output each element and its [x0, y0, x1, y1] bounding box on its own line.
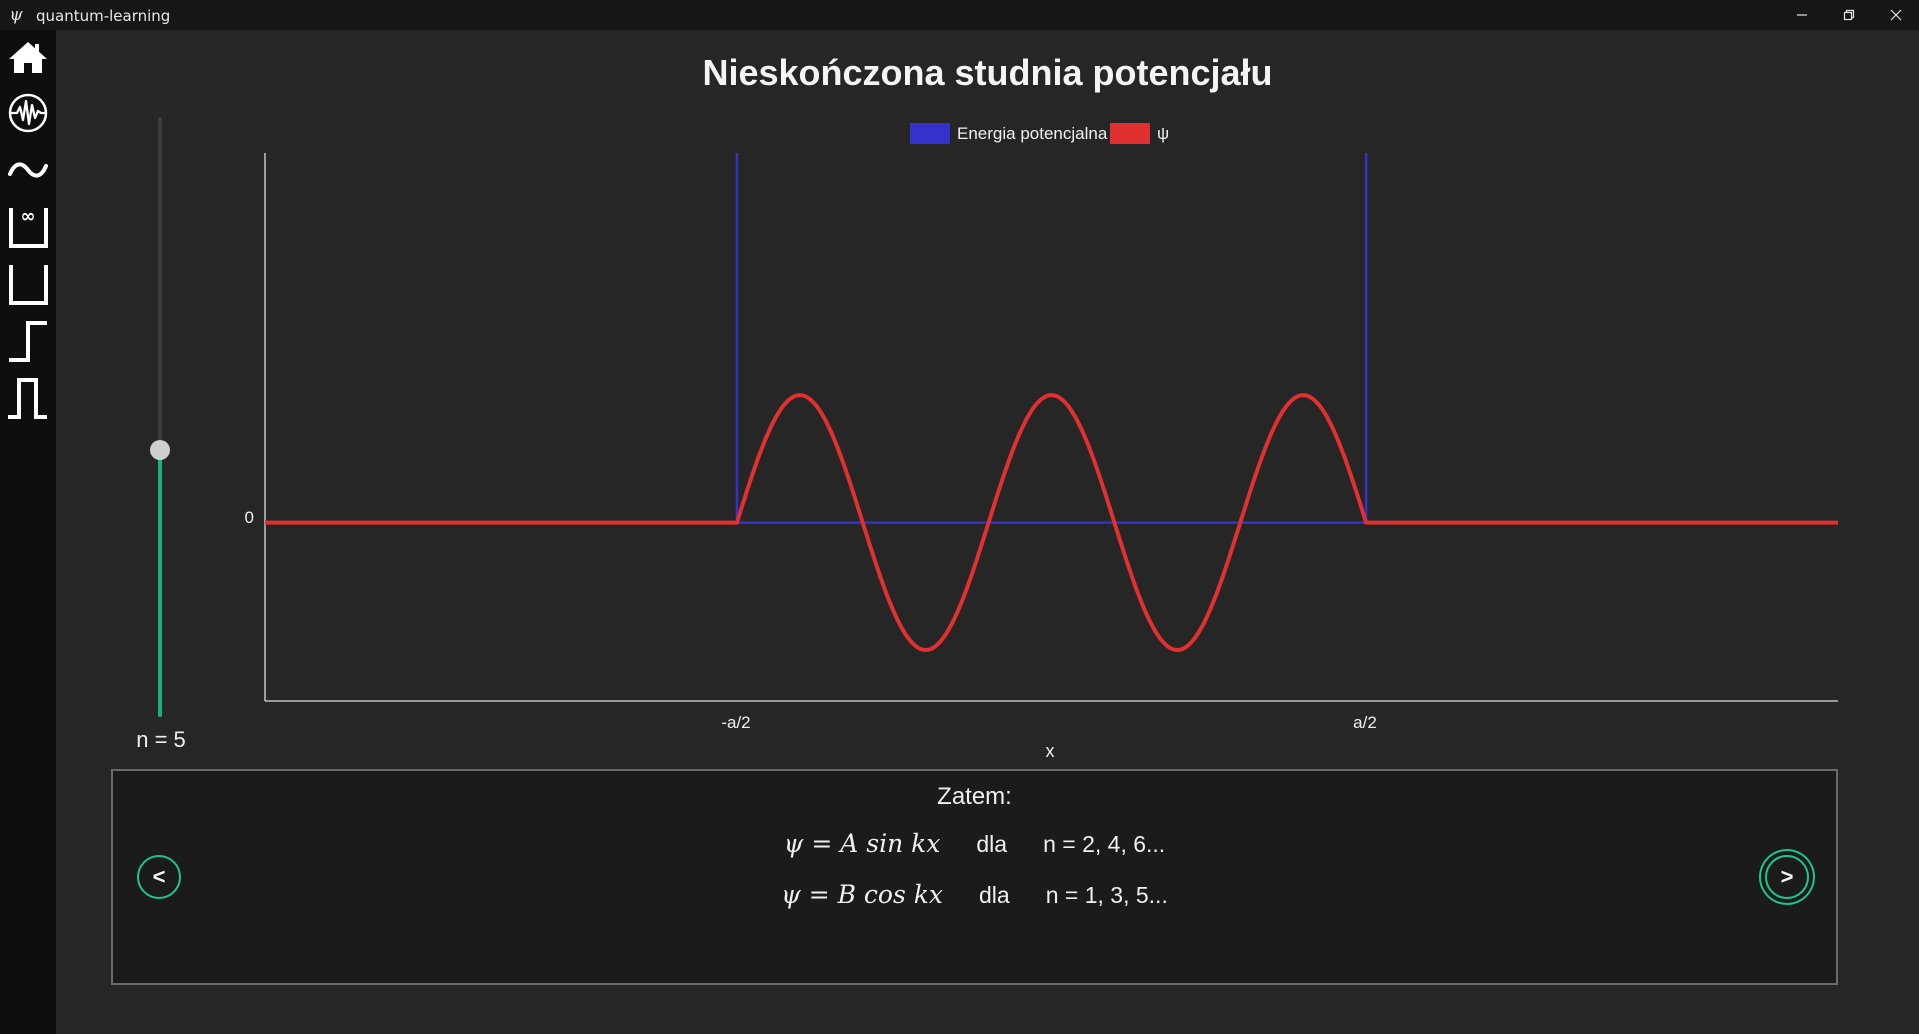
formula-sine: ψ = A sin kx — [783, 829, 941, 858]
legend-label-potential: Energia potencjalna — [957, 124, 1108, 143]
formula-sine-word: dla — [976, 831, 1008, 857]
y-tick-label-zero: 0 — [245, 508, 254, 527]
formula-row-sine: ψ = A sin kx dla n = 2, 4, 6... — [113, 829, 1836, 858]
potential-energy-line — [735, 153, 1368, 524]
formula-cosine: ψ = B cos kx — [781, 880, 944, 909]
formula-cosine-condition: n = 1, 3, 5... — [1045, 882, 1168, 908]
legend-label-psi: ψ — [1157, 124, 1169, 143]
chart-series — [265, 153, 1838, 652]
formula-sine-condition: n = 2, 4, 6... — [1043, 831, 1166, 857]
prev-button[interactable]: < — [137, 855, 181, 899]
formula-cosine-word: dla — [979, 882, 1010, 908]
next-button[interactable]: > — [1765, 855, 1809, 899]
x-tick-label-minus-half-a: -a/2 — [721, 713, 750, 732]
explanation-heading: Zatem: — [937, 783, 1012, 810]
legend-swatch-potential — [910, 123, 950, 144]
chart-legend: Energia potencjalna ψ — [910, 123, 1169, 144]
x-axis-title: x — [1046, 741, 1055, 761]
x-tick-label-half-a: a/2 — [1353, 713, 1377, 732]
legend-swatch-psi — [1110, 123, 1150, 144]
formula-row-cosine: ψ = B cos kx dla n = 1, 3, 5... — [113, 880, 1836, 909]
explanation-panel: Zatem: ψ = A sin kx dla n = 2, 4, 6... ψ =… — [111, 769, 1838, 985]
